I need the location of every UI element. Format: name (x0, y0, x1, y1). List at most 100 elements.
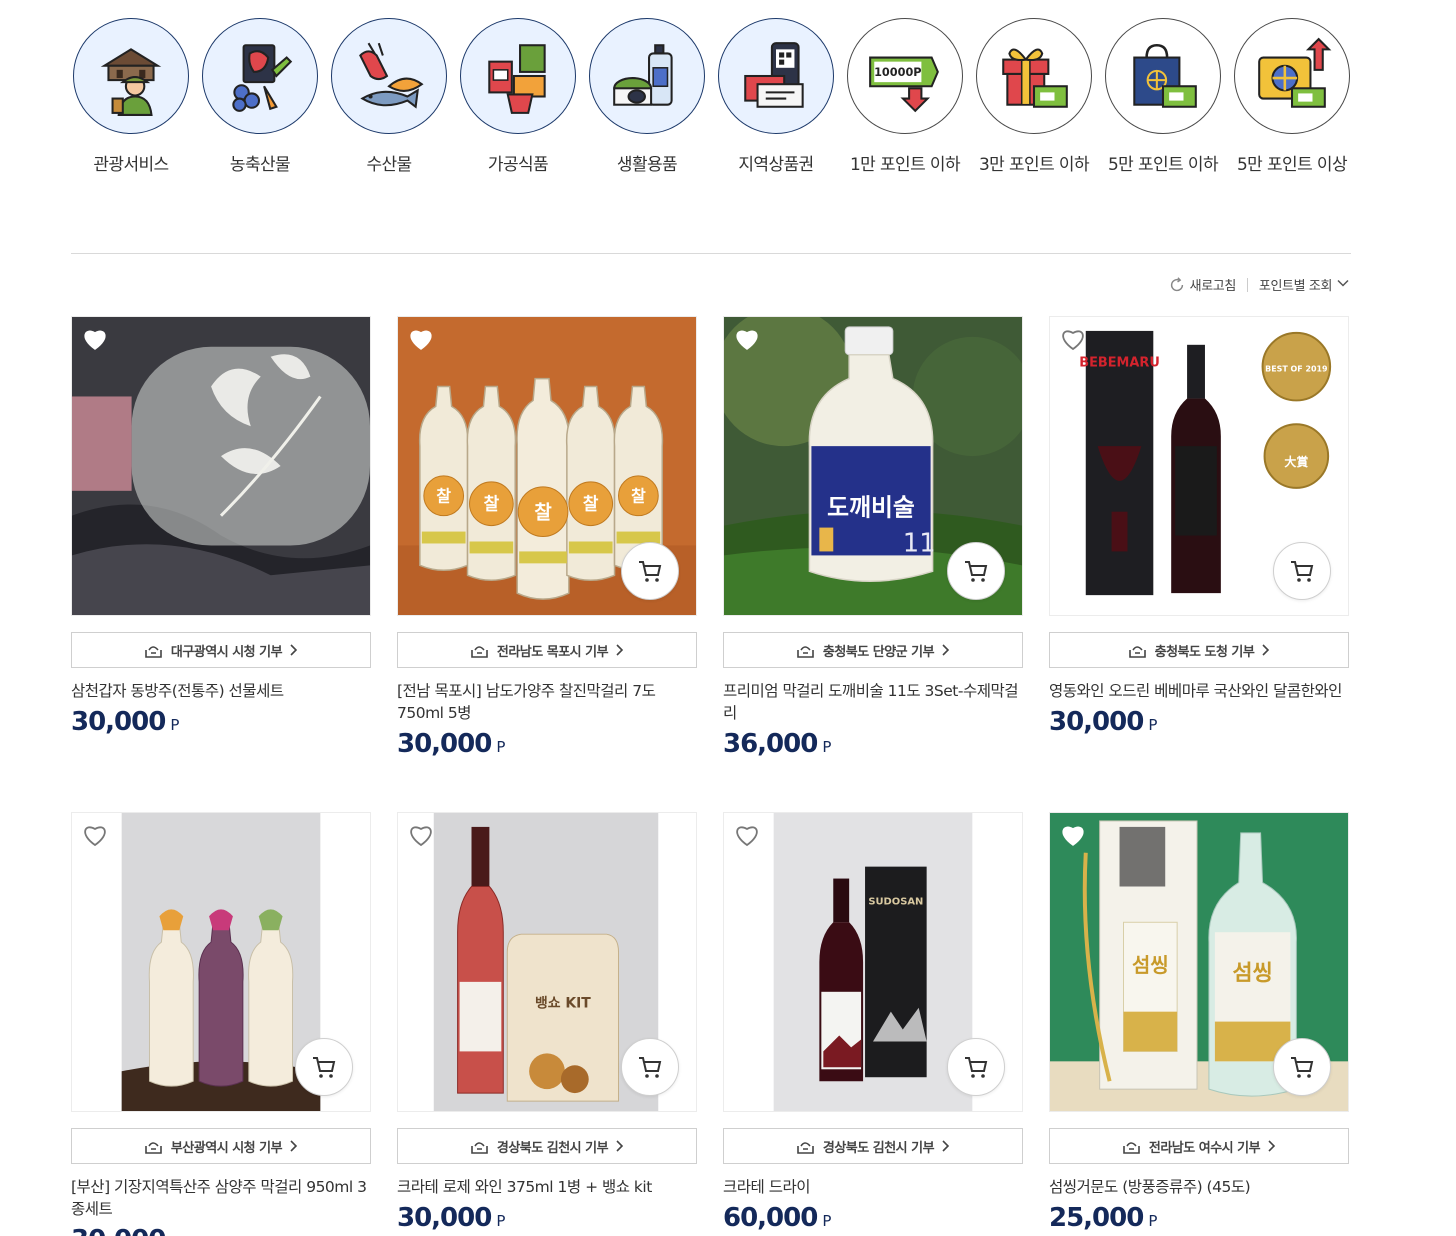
donor-label: 대구광역시 시청 기부 (170, 644, 283, 660)
cart-icon (639, 561, 662, 582)
donor-link[interactable]: 경상북도 김천시 기부 (723, 1128, 1023, 1164)
category-over-50000[interactable]: 5만 포인트 이상 (1233, 18, 1351, 175)
heart-icon[interactable] (1060, 327, 1086, 351)
add-to-cart-button[interactable] (947, 1038, 1005, 1096)
chevron-right-icon (1262, 644, 1270, 656)
product-image[interactable]: SUDOSAN (723, 812, 1023, 1112)
heart-icon[interactable] (82, 327, 108, 351)
donor-link[interactable]: 충청북도 도청 기부 (1049, 632, 1349, 668)
donor-label: 경상북도 김천시 기부 (496, 1140, 609, 1156)
heart-icon[interactable] (1060, 823, 1086, 847)
cart-icon (1291, 561, 1314, 582)
price-value: 30,000 (71, 707, 166, 737)
svg-text:11: 11 (903, 528, 936, 558)
category-agri[interactable]: 농축산물 (201, 18, 319, 175)
donation-hand-icon (1123, 1141, 1140, 1154)
product-image[interactable] (71, 812, 371, 1112)
product-name[interactable]: 삼천갑자 동방주(전통주) 선물세트 (71, 680, 371, 702)
add-to-cart-button[interactable] (621, 542, 679, 600)
category-seafood[interactable]: 수산물 (330, 18, 448, 175)
donor-link[interactable]: 부산광역시 시청 기부 (71, 1128, 371, 1164)
donor-link[interactable]: 전라남도 여수시 기부 (1049, 1128, 1349, 1164)
cart-icon (965, 1057, 988, 1078)
product-name[interactable]: 영동와인 오드린 베베마루 국산와인 달콤한와인 (1049, 680, 1349, 702)
heart-icon[interactable] (734, 327, 760, 351)
product-name[interactable]: [부산] 기장지역특산주 삼양주 막걸리 950ml 3종세트 (71, 1176, 371, 1220)
add-to-cart-button[interactable] (295, 1038, 353, 1096)
product-image[interactable]: 도깨비술 11 (723, 316, 1023, 616)
heart-icon[interactable] (408, 327, 434, 351)
household-goods-icon (589, 18, 705, 134)
product-image[interactable]: BEBEMARU BEST OF 2019 大賞 (1049, 316, 1349, 616)
product-image[interactable] (71, 316, 371, 616)
svg-text:섬씽: 섬씽 (1132, 954, 1169, 977)
category-under-30000[interactable]: 3만 포인트 이하 (975, 18, 1093, 175)
chevron-down-icon (1337, 279, 1349, 287)
price-unit: P (1148, 716, 1158, 734)
refresh-label: 새로고침 (1189, 279, 1237, 294)
price-unit: P (822, 1212, 832, 1230)
category-tourism[interactable]: 관광서비스 (72, 18, 190, 175)
chevron-right-icon (616, 1140, 624, 1152)
price-value: 30,000 (71, 1225, 166, 1236)
cart-icon (965, 561, 988, 582)
product-card: 섬씽 섬씽 전라남도 여수시 기부 섬씽거문도 (방풍증류주) (45도) 25… (1049, 812, 1349, 1233)
donation-hand-icon (145, 645, 162, 658)
product-image[interactable]: 찰찰찰찰찰 (397, 316, 697, 616)
donation-hand-icon (797, 1141, 814, 1154)
svg-text:BEST OF 2019: BEST OF 2019 (1265, 365, 1328, 374)
product-name[interactable]: 프리미엄 막걸리 도깨비술 11도 3Set-수제막걸리 (723, 680, 1023, 724)
points-10000-icon: 10000P (847, 18, 963, 134)
product-image[interactable]: 뱅쇼 KIT (397, 812, 697, 1112)
category-label: 수산물 (366, 155, 412, 175)
add-to-cart-button[interactable] (1273, 1038, 1331, 1096)
donor-label: 전라남도 여수시 기부 (1148, 1140, 1261, 1156)
category-voucher[interactable]: 지역상품권 (717, 18, 835, 175)
donor-link[interactable]: 대구광역시 시청 기부 (71, 632, 371, 668)
svg-text:찰: 찰 (631, 487, 646, 506)
product-image[interactable]: 섬씽 섬씽 (1049, 812, 1349, 1112)
price-unit: P (1148, 1212, 1158, 1230)
category-under-10000[interactable]: 10000P 1만 포인트 이하 (846, 18, 964, 175)
sort-by-points-dropdown[interactable]: 포인트별 조회 (1259, 275, 1350, 294)
donor-link[interactable]: 충청북도 단양군 기부 (723, 632, 1023, 668)
refresh-button[interactable]: 새로고침 (1168, 275, 1236, 294)
tourism-guide-icon (73, 18, 189, 134)
add-to-cart-button[interactable] (621, 1038, 679, 1096)
glass-bottle-flower-image (72, 317, 370, 615)
product-name[interactable]: 크라테 로제 와인 375ml 1병 + 뱅쇼 kit (397, 1176, 697, 1198)
sort-label: 포인트별 조회 (1258, 279, 1332, 294)
price-unit: P (170, 716, 180, 734)
shopping-bag-icon (1105, 18, 1221, 134)
category-processed[interactable]: 가공식품 (459, 18, 577, 175)
product-card: SUDOSAN 경상북도 김천시 기부 크라테 드라이 60,000 P (723, 812, 1023, 1233)
price-value: 30,000 (397, 1203, 492, 1233)
seafood-icon (331, 18, 447, 134)
donor-link[interactable]: 경상북도 김천시 기부 (397, 1128, 697, 1164)
category-household[interactable]: 생활용품 (588, 18, 706, 175)
section-divider (71, 253, 1351, 254)
product-name[interactable]: 크라테 드라이 (723, 1176, 1023, 1198)
heart-icon[interactable] (82, 823, 108, 847)
category-under-50000[interactable]: 5만 포인트 이하 (1104, 18, 1222, 175)
add-to-cart-button[interactable] (947, 542, 1005, 600)
heart-icon[interactable] (408, 823, 434, 847)
product-price: 30,000 P (397, 1203, 697, 1233)
premium-gift-icon (1234, 18, 1350, 134)
donor-link[interactable]: 전라남도 목포시 기부 (397, 632, 697, 668)
price-value: 30,000 (1049, 707, 1144, 737)
category-label: 3만 포인트 이하 (978, 155, 1090, 175)
svg-text:大賞: 大賞 (1284, 455, 1308, 469)
donor-label: 부산광역시 시청 기부 (170, 1140, 283, 1156)
product-name[interactable]: [전남 목포시] 남도가양주 찰진막걸리 7도 750ml 5병 (397, 680, 697, 724)
donation-hand-icon (145, 1141, 162, 1154)
price-unit: P (496, 738, 506, 756)
product-card: BEBEMARU BEST OF 2019 大賞 충청북도 도청 기부 영동와인… (1049, 316, 1349, 737)
category-label: 가공식품 (487, 155, 549, 175)
heart-icon[interactable] (734, 823, 760, 847)
svg-text:찰: 찰 (436, 487, 451, 506)
product-name[interactable]: 섬씽거문도 (방풍증류주) (45도) (1049, 1176, 1349, 1198)
product-price: 60,000 P (723, 1203, 1023, 1233)
gift-voucher-icon (718, 18, 834, 134)
add-to-cart-button[interactable] (1273, 542, 1331, 600)
